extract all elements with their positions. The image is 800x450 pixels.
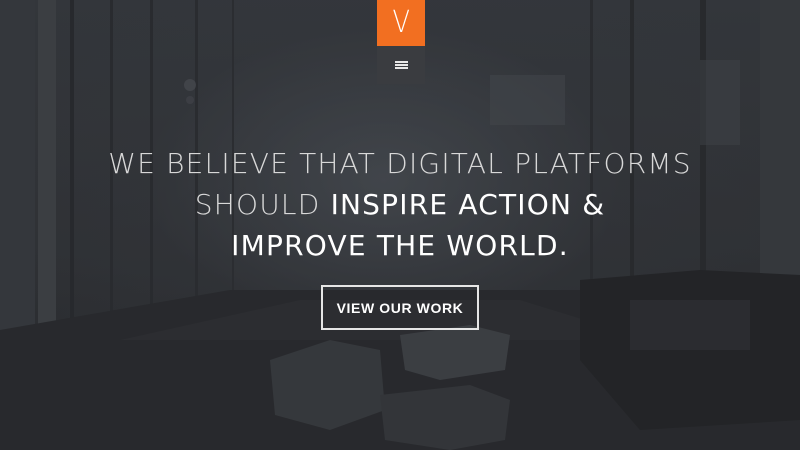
headline-line-2-prefix: SHOULD xyxy=(194,188,331,221)
hero-section: V WE BELIEVE THAT DIGITAL PLATFORMS SHOU… xyxy=(0,0,800,450)
view-our-work-button[interactable]: VIEW OUR WORK xyxy=(321,285,479,330)
menu-button[interactable] xyxy=(377,46,425,84)
hero-headline: WE BELIEVE THAT DIGITAL PLATFORMS SHOULD… xyxy=(0,143,800,266)
logo-letter: V xyxy=(392,5,410,40)
headline-line-2-emphasis: INSPIRE ACTION & xyxy=(330,188,606,221)
headline-line-1: WE BELIEVE THAT DIGITAL PLATFORMS xyxy=(108,147,692,180)
hamburger-menu-icon xyxy=(394,61,408,69)
headline-line-3: IMPROVE THE WORLD. xyxy=(231,229,569,262)
brand-logo[interactable]: V xyxy=(377,0,425,46)
headline-line-2: SHOULD INSPIRE ACTION & xyxy=(0,184,800,225)
